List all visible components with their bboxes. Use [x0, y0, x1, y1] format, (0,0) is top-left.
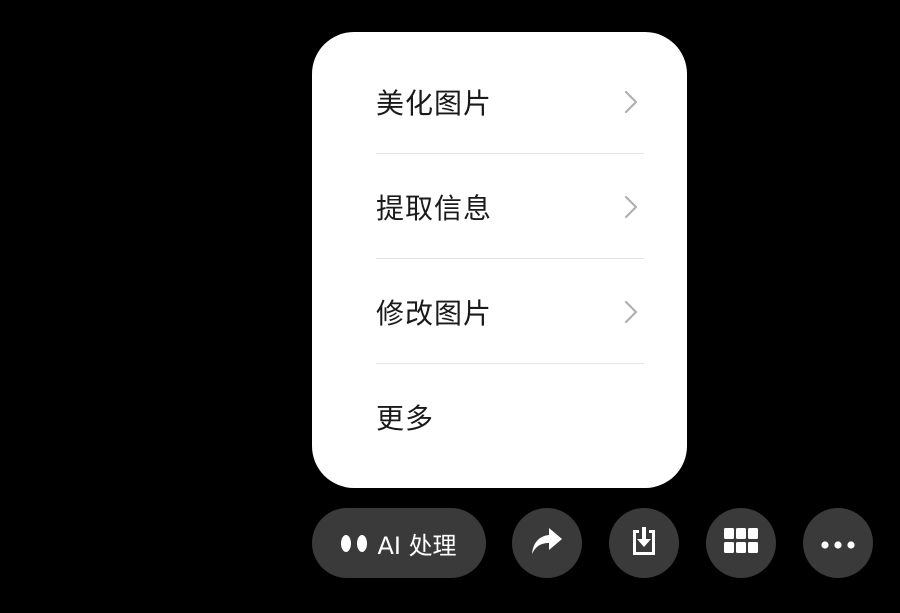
- more-dots-icon: [821, 534, 855, 553]
- menu-item-more[interactable]: 更多: [376, 365, 644, 469]
- menu-divider: [376, 153, 644, 154]
- more-options-button[interactable]: [803, 508, 873, 578]
- ai-process-label: AI 处理: [377, 531, 457, 560]
- menu-item-extract-info[interactable]: 提取信息: [376, 155, 644, 259]
- menu-item-label: 美化图片: [376, 87, 493, 120]
- chevron-right-icon: [618, 194, 644, 220]
- grid-icon: [724, 528, 758, 558]
- share-arrow-icon: [530, 526, 564, 560]
- chevron-right-icon: [618, 89, 644, 115]
- menu-divider: [376, 258, 644, 259]
- menu-item-edit-image[interactable]: 修改图片: [376, 260, 644, 364]
- menu-item-label: 修改图片: [376, 297, 493, 330]
- grid-button[interactable]: [706, 508, 776, 578]
- menu-divider: [376, 363, 644, 364]
- ai-process-button[interactable]: AI 处理: [312, 508, 486, 578]
- menu-item-beautify-image[interactable]: 美化图片: [376, 50, 644, 154]
- save-button[interactable]: [609, 508, 679, 578]
- context-menu: 美化图片 提取信息 修改图片 更多: [312, 32, 687, 488]
- menu-item-label: 更多: [376, 402, 435, 435]
- share-button[interactable]: [512, 508, 582, 578]
- chevron-right-icon: [618, 299, 644, 325]
- ai-dots-icon: [341, 534, 368, 552]
- menu-item-label: 提取信息: [376, 192, 493, 225]
- download-icon: [630, 526, 658, 560]
